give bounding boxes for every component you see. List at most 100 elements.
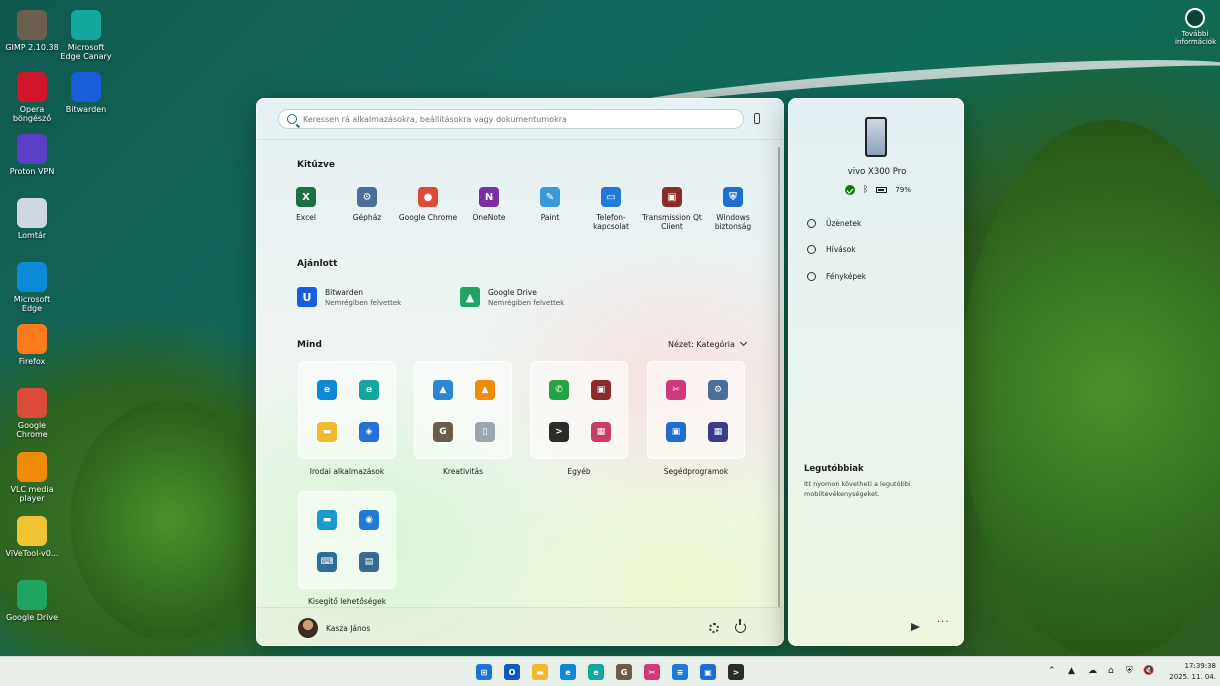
recommended-item[interactable]: ▲ Google Drive Nemrégiben felvettek (460, 287, 564, 307)
photos-icon[interactable]: ▲ (433, 380, 453, 400)
desktop-shortcut[interactable]: Bitwarden (58, 72, 114, 114)
recommended-subtitle: Nemrégiben felvettek (488, 298, 565, 307)
phone-companion-icon[interactable] (754, 113, 760, 124)
documents-icon[interactable]: ▯ (475, 422, 495, 442)
microsoft-store-icon[interactable]: ▣ (700, 664, 716, 680)
notepad-icon[interactable]: ≡ (672, 664, 688, 680)
view-selector-label: Nézet: Kategória (668, 340, 735, 349)
narrator-icon[interactable]: ▤ (359, 552, 379, 572)
network-icon[interactable]: ⌂ (1108, 666, 1114, 676)
live-captions-icon[interactable]: ▬ (317, 510, 337, 530)
terminal-icon[interactable]: > (728, 664, 744, 680)
vlc-icon[interactable]: ▲ (475, 380, 495, 400)
start-icon[interactable]: ⊞ (476, 664, 492, 680)
office-icon[interactable]: ◈ (359, 422, 379, 442)
pinned-app[interactable]: ⛨ Windows biztonság (703, 187, 763, 231)
edge-canary-icon[interactable]: e (588, 664, 604, 680)
edge-icon[interactable]: e (317, 380, 337, 400)
recommended-item[interactable]: U Bitwarden Nemrégiben felvettek (297, 287, 401, 307)
desktop-shortcut[interactable]: ViVeTool-v0... (4, 516, 60, 558)
more-info-shortcut[interactable]: További információk (1175, 8, 1216, 46)
category-folder[interactable]: e e ▬ ◈ (298, 361, 396, 459)
transmission-icon[interactable]: ▣ (591, 380, 611, 400)
terminal-icon[interactable]: > (549, 422, 569, 442)
on-screen-keyboard-icon[interactable]: ⌨ (317, 552, 337, 572)
menu-photos[interactable]: Fényképek (807, 272, 866, 281)
pinned-app-label: Google Chrome (398, 213, 458, 222)
category-label: Segédprogramok (663, 467, 729, 476)
pinned-app[interactable]: ⚙ Gépház (337, 187, 397, 222)
whatsapp-icon[interactable]: ✆ (549, 380, 569, 400)
recommended-title: Bitwarden (325, 287, 363, 297)
view-selector[interactable]: Nézet: Kategória (668, 338, 747, 349)
start-menu: Kitűzve X Excel ⚙ Gépház ● Google Chrome N OneN… (256, 98, 784, 646)
pinned-app[interactable]: ● Google Chrome (398, 187, 458, 222)
edge-icon (17, 262, 47, 292)
desktop-shortcut[interactable]: GIMP 2.10.38 (4, 10, 60, 52)
desktop-shortcut[interactable]: Lomtár (4, 198, 60, 240)
apps-group-icon[interactable]: ▦ (591, 422, 611, 442)
menu-photos-label: Fényképek (826, 272, 867, 281)
snipping-tool-icon[interactable]: ✂ (644, 664, 660, 680)
pinned-app[interactable]: ✎ Paint (520, 187, 580, 222)
pinned-title: Kitűzve (297, 160, 335, 170)
file-explorer-icon[interactable]: ▬ (532, 664, 548, 680)
category-folder[interactable]: ✆ ▣ > ▦ (530, 361, 628, 459)
recent-description: Itt nyomon követheti a legutóbbi mobilte… (804, 480, 911, 498)
snipping-tool-icon[interactable]: ✂ (666, 380, 686, 400)
pinned-app[interactable]: ▣ Transmission Qt Client (642, 187, 702, 231)
settings-icon[interactable]: ⚙ (708, 380, 728, 400)
gear-icon[interactable] (709, 623, 719, 633)
desktop-shortcut[interactable]: Microsoft Edge (4, 262, 60, 313)
voice-access-icon[interactable]: ◉ (359, 510, 379, 530)
bitwarden-icon: U (297, 287, 317, 307)
desktop-shortcut[interactable]: Proton VPN (4, 134, 60, 176)
pinned-app[interactable]: ▭ Telefon-kapcsolat (581, 187, 641, 231)
power-icon[interactable] (735, 619, 746, 633)
edge-canary-icon[interactable]: e (359, 380, 379, 400)
gimp-icon[interactable]: G (433, 422, 453, 442)
desktop-shortcut[interactable]: Opera böngésző (4, 72, 60, 123)
security-tray-icon[interactable]: ⛨ (1126, 666, 1133, 676)
category-folder[interactable]: ▬ ◉ ⌨ ▤ (298, 491, 396, 589)
utilities-group-icon[interactable]: ▦ (708, 422, 728, 442)
desktop-shortcut-label: Microsoft Edge (13, 295, 51, 313)
menu-calls[interactable]: Hívások (807, 245, 856, 254)
search-icon (287, 114, 297, 124)
desktop-shortcut[interactable]: Firefox (4, 324, 60, 366)
firefox-icon (17, 324, 47, 354)
pinned-app[interactable]: X Excel (276, 187, 336, 222)
pinned-app[interactable]: N OneNote (459, 187, 519, 222)
pinned-app-label: Windows biztonság (714, 213, 752, 231)
paint-icon: ✎ (540, 187, 560, 207)
vlc-icon (17, 452, 47, 482)
avatar[interactable] (298, 618, 318, 638)
gimp-icon[interactable]: G (616, 664, 632, 680)
search-box[interactable] (278, 109, 744, 129)
send-icon[interactable] (911, 623, 920, 631)
category-folder[interactable]: ✂ ⚙ ▣ ▦ (647, 361, 745, 459)
start-scrollbar[interactable] (778, 147, 780, 607)
desktop-shortcut[interactable]: Microsoft Edge Canary (58, 10, 114, 61)
desktop-shortcut[interactable]: VLC media player (4, 452, 60, 503)
volume-mute-icon[interactable]: 🔇 (1143, 666, 1154, 676)
chevron-up-icon[interactable]: ⌃ (1048, 666, 1056, 676)
phone-device-icon (865, 117, 887, 157)
desktop-shortcut[interactable]: Google Chrome (4, 388, 60, 439)
recommended-subtitle: Nemrégiben felvettek (325, 298, 402, 307)
cloud-icon[interactable]: ☁ (1088, 666, 1097, 676)
menu-messages[interactable]: Üzenetek (807, 219, 861, 228)
outlook-icon[interactable]: O (504, 664, 520, 680)
device-name: vivo X300 Pro (847, 167, 907, 177)
google-drive-tray-icon[interactable]: ▲ (1068, 666, 1075, 676)
microsoft-store-icon[interactable]: ▣ (666, 422, 686, 442)
user-name[interactable]: Kasza János (326, 624, 370, 633)
more-options-icon[interactable]: ··· (937, 617, 950, 628)
category-folder[interactable]: ▲ ▲ G ▯ (414, 361, 512, 459)
clock[interactable]: 17:39:38 2025. 11. 04. (1168, 661, 1216, 683)
desktop-shortcut[interactable]: Google Drive (4, 580, 60, 622)
search-input[interactable] (303, 114, 733, 124)
file-explorer-icon[interactable]: ▬ (317, 422, 337, 442)
edge-icon[interactable]: e (560, 664, 576, 680)
recommended-title: Google Drive (488, 287, 537, 297)
